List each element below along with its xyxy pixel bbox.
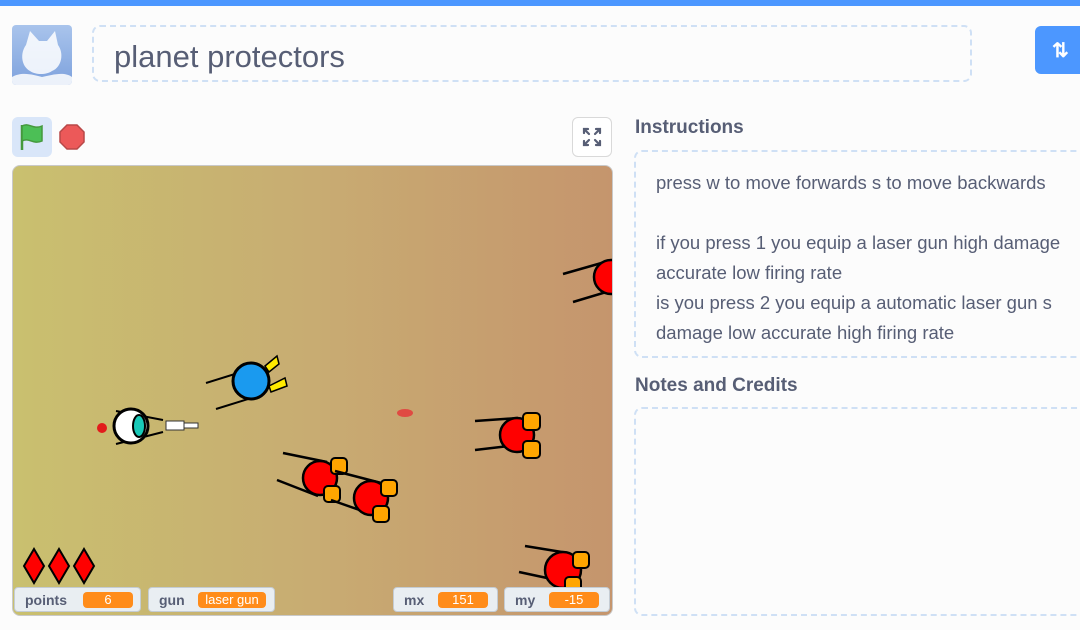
blue-ally-ship [205,354,288,410]
instructions-heading: Instructions [635,117,744,138]
instructions-line: press w to move forwards s to move backw… [656,172,1046,193]
player-ship [97,407,199,445]
notes-heading: Notes and Credits [635,375,798,396]
project-thumbnail[interactable] [12,25,72,85]
green-flag-button[interactable] [12,117,52,157]
enemy-ship [518,544,590,594]
monitor-gun: gun laser gun [148,587,275,612]
fullscreen-icon [582,127,602,147]
monitor-label: mx [404,592,425,608]
remix-button[interactable]: ⇅ [1035,26,1080,74]
instructions-line: if you press 1 you equip a laser gun hig… [656,232,1061,253]
green-flag-icon [20,124,43,150]
monitor-mx: mx 151 [393,587,498,612]
enemy-ship [474,412,541,459]
monitor-value: -15 [549,592,599,608]
instructions-line: accurate low firing rate [656,262,843,283]
monitor-label: gun [159,592,185,608]
fullscreen-button[interactable] [572,117,612,157]
enemy-ship [562,258,612,304]
monitor-my: my -15 [504,587,610,612]
monitor-value: 6 [83,592,133,608]
life-diamond [47,547,71,585]
instructions-line: is you press 2 you equip a automatic las… [656,292,1052,313]
game-canvas [22,258,612,594]
life-diamond [72,547,96,585]
top-accent-bar [0,0,1080,6]
project-title-field[interactable]: planet protectors [92,25,972,82]
game-stage[interactable]: points 6 gun laser gun mx 151 my -15 [12,165,613,616]
monitor-points: points 6 [14,587,141,612]
laser-bullet [397,409,413,417]
notes-box[interactable] [634,407,1080,616]
instructions-line: damage low accurate high firing rate [656,322,955,343]
project-title: planet protectors [114,39,345,74]
monitor-value: laser gun [198,592,266,608]
stop-icon [59,124,85,150]
lives-indicator [22,547,96,585]
cat-avatar-icon [12,31,72,85]
life-diamond [22,547,46,585]
stop-button[interactable] [58,123,86,151]
enemy-ship [276,451,348,503]
monitor-label: my [515,592,536,608]
monitor-value: 151 [438,592,488,608]
remix-icon: ⇅ [1052,40,1069,62]
monitor-label: points [25,592,67,608]
